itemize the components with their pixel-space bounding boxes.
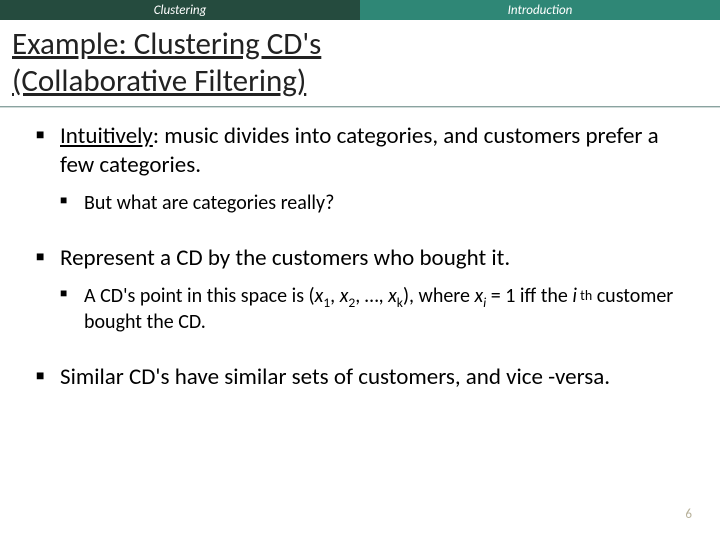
b2s-th: th: [577, 287, 592, 304]
slide: Clustering Introduction Example: Cluster…: [0, 0, 720, 540]
b2s-xk: x: [388, 284, 397, 308]
bullet-2-sub: A CD's point in this space is (x1, x2, ……: [60, 283, 684, 335]
bullet-1: Intuitively: music divides into categori…: [36, 122, 684, 216]
bullet-1-sub: But what are categories really?: [60, 190, 684, 216]
topbar-left-label: Clustering: [0, 0, 360, 20]
content-area: Intuitively: music divides into categori…: [0, 108, 720, 391]
bullet-1-lead: Intuitively: [60, 122, 153, 150]
title-line2: (Collaborative Filtering): [12, 62, 306, 100]
b2s-prefix: A CD's point in this space is (: [84, 284, 315, 308]
topbar: Clustering Introduction: [0, 0, 720, 20]
b2s-where: ), where: [403, 284, 475, 308]
b2s-eq: = 1 iff the: [486, 284, 572, 308]
page-number: 6: [685, 507, 692, 522]
b2s-x1: x: [315, 284, 324, 308]
topbar-right-label: Introduction: [360, 0, 720, 20]
title-line1: Example: Clustering CD's: [12, 25, 321, 63]
bullet-2: Represent a CD by the customers who boug…: [36, 244, 684, 335]
b2s-xi: x: [474, 284, 483, 308]
b2s-ell: , …,: [355, 284, 388, 308]
bullet-3: Similar CD's have similar sets of custom…: [36, 363, 684, 392]
bullet-2-text: Represent a CD by the customers who boug…: [60, 244, 510, 272]
title-block: Example: Clustering CD's (Collaborative …: [0, 20, 720, 104]
bullet-list: Intuitively: music divides into categori…: [36, 122, 684, 391]
b2s-sep1: ,: [330, 284, 340, 308]
slide-title: Example: Clustering CD's (Collaborative …: [12, 26, 708, 100]
